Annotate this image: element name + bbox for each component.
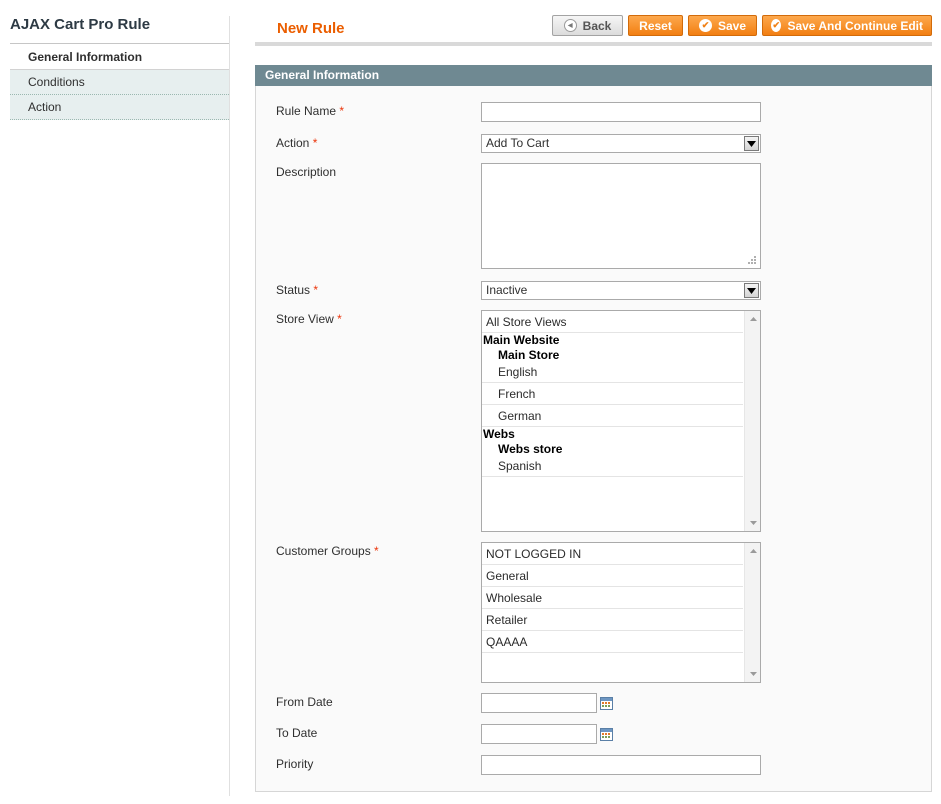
resize-grip-icon[interactable] bbox=[745, 253, 757, 265]
scroll-down-icon[interactable] bbox=[745, 515, 760, 531]
save-and-continue-label: Save And Continue Edit bbox=[787, 18, 923, 33]
required-mark: * bbox=[312, 136, 318, 150]
tab-general-information[interactable]: General Information bbox=[10, 45, 229, 70]
store-view-group-store: Webs store bbox=[498, 442, 563, 456]
customer-groups-label: Customer Groups * bbox=[276, 544, 379, 558]
required-mark: * bbox=[374, 544, 379, 558]
store-view-group-website: Main Website bbox=[483, 333, 560, 347]
scroll-up-icon[interactable] bbox=[745, 543, 760, 559]
save-button-label: Save bbox=[717, 18, 747, 33]
store-view-group-website: Webs bbox=[483, 427, 515, 441]
back-button[interactable]: ◀ Back bbox=[552, 15, 623, 36]
save-and-continue-button[interactable]: ✔ Save And Continue Edit bbox=[762, 15, 932, 36]
store-view-scrollbar[interactable] bbox=[744, 311, 760, 531]
description-textarea[interactable] bbox=[481, 163, 761, 269]
sidebar-tabs: General Information Conditions Action bbox=[10, 45, 229, 120]
store-view-option-french[interactable]: French bbox=[482, 383, 743, 405]
description-label-text: Description bbox=[276, 165, 337, 179]
action-select[interactable]: Add To Cart bbox=[481, 134, 761, 153]
header-divider bbox=[255, 42, 932, 46]
page-title: New Rule bbox=[277, 20, 345, 37]
status-select[interactable]: Inactive bbox=[481, 281, 761, 300]
reset-button-label: Reset bbox=[639, 18, 672, 33]
store-view-option-all[interactable]: All Store Views bbox=[482, 311, 743, 333]
priority-input[interactable] bbox=[481, 755, 761, 775]
status-select-value: Inactive bbox=[486, 283, 528, 297]
store-view-options: All Store Views Main Website Main Store … bbox=[482, 311, 743, 531]
to-date-label-text: To Date bbox=[276, 726, 318, 740]
reset-button[interactable]: Reset bbox=[628, 15, 683, 36]
required-mark: * bbox=[339, 104, 345, 118]
customer-groups-scrollbar[interactable] bbox=[744, 543, 760, 682]
customer-group-option[interactable]: NOT LOGGED IN bbox=[482, 543, 743, 565]
tab-action[interactable]: Action bbox=[10, 95, 229, 120]
store-view-option-english[interactable]: English bbox=[482, 363, 743, 383]
store-view-option-spanish[interactable]: Spanish bbox=[482, 457, 743, 477]
tab-conditions[interactable]: Conditions bbox=[10, 70, 229, 95]
priority-label: Priority bbox=[276, 757, 313, 771]
store-view-group-store: Main Store bbox=[498, 348, 560, 362]
to-date-input[interactable] bbox=[481, 724, 597, 744]
scroll-up-icon[interactable] bbox=[745, 311, 760, 327]
status-label-text: Status bbox=[276, 283, 311, 297]
check-circle-icon: ✔ bbox=[771, 19, 782, 32]
required-mark: * bbox=[337, 312, 342, 326]
to-date-label: To Date bbox=[276, 726, 317, 740]
fieldset-title: General Information bbox=[255, 65, 932, 86]
calendar-icon[interactable] bbox=[600, 728, 613, 741]
required-mark: * bbox=[313, 283, 319, 297]
from-date-label-text: From Date bbox=[276, 695, 333, 709]
chevron-down-icon bbox=[744, 283, 759, 298]
from-date-input[interactable] bbox=[481, 693, 597, 713]
calendar-icon[interactable] bbox=[600, 697, 613, 710]
check-circle-icon: ✔ bbox=[698, 19, 712, 32]
save-button[interactable]: ✔ Save bbox=[688, 15, 757, 36]
rule-name-input[interactable] bbox=[481, 102, 761, 122]
customer-groups-options: NOT LOGGED IN General Wholesale Retailer… bbox=[482, 543, 743, 682]
status-label: Status * bbox=[276, 283, 318, 297]
rule-name-label: Rule Name * bbox=[276, 104, 344, 118]
sidebar-divider bbox=[10, 43, 229, 44]
action-label: Action * bbox=[276, 136, 317, 150]
customer-group-option[interactable]: QAAAA bbox=[482, 631, 743, 653]
customer-group-option[interactable]: Wholesale bbox=[482, 587, 743, 609]
store-view-multiselect[interactable]: All Store Views Main Website Main Store … bbox=[481, 310, 761, 532]
back-button-label: Back bbox=[582, 18, 612, 33]
from-date-label: From Date bbox=[276, 695, 333, 709]
scroll-down-icon[interactable] bbox=[745, 666, 760, 682]
sidebar-title: AJAX Cart Pro Rule bbox=[10, 16, 151, 33]
priority-label-text: Priority bbox=[276, 757, 314, 771]
customer-group-option[interactable]: Retailer bbox=[482, 609, 743, 631]
customer-groups-label-text: Customer Groups bbox=[276, 544, 371, 558]
store-view-label-text: Store View bbox=[276, 312, 334, 326]
back-arrow-icon: ◀ bbox=[563, 19, 577, 32]
store-view-label: Store View * bbox=[276, 312, 342, 326]
customer-groups-multiselect[interactable]: NOT LOGGED IN General Wholesale Retailer… bbox=[481, 542, 761, 683]
action-select-value: Add To Cart bbox=[486, 136, 550, 150]
rule-name-label-text: Rule Name bbox=[276, 104, 337, 118]
description-label: Description bbox=[276, 165, 336, 179]
customer-group-option[interactable]: General bbox=[482, 565, 743, 587]
chevron-down-icon bbox=[744, 136, 759, 151]
store-view-option-german[interactable]: German bbox=[482, 405, 743, 427]
action-label-text: Action bbox=[276, 136, 310, 150]
sidebar-separator bbox=[229, 16, 230, 796]
